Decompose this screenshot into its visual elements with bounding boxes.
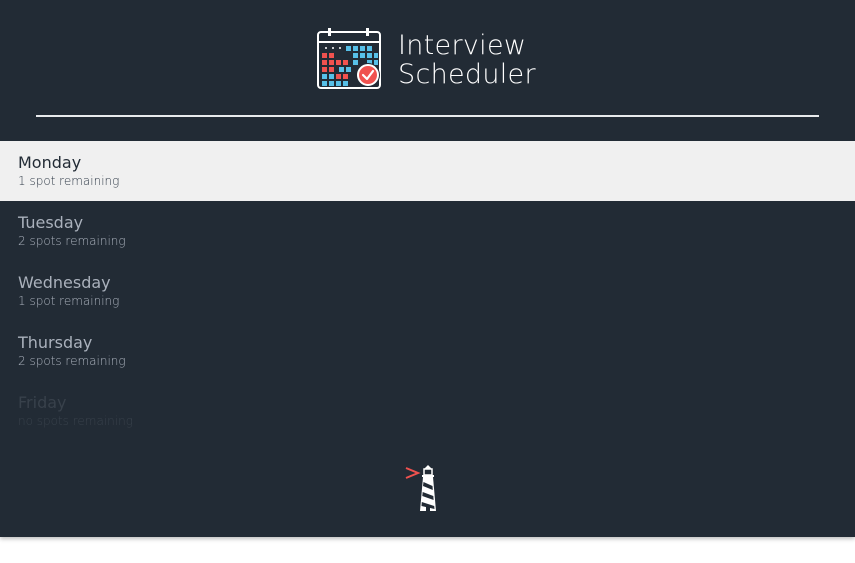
day-item-wednesday[interactable]: Wednesday 1 spot remaining (0, 261, 855, 321)
day-spots-remaining: 1 spot remaining (18, 294, 120, 308)
day-spots-remaining: no spots remaining (18, 414, 133, 428)
header-divider (36, 115, 819, 117)
day-name: Wednesday (18, 273, 111, 292)
calendar-check-icon (317, 28, 381, 89)
app-title-line2: Scheduler (398, 59, 536, 90)
day-item-tuesday[interactable]: Tuesday 2 spots remaining (0, 201, 855, 261)
day-spots-remaining: 1 spot remaining (18, 174, 120, 188)
header: Interview Scheduler (0, 0, 855, 141)
day-name: Friday (18, 393, 67, 412)
day-name: Monday (18, 153, 82, 172)
app-title: Interview Scheduler (398, 31, 536, 89)
day-name: Thursday (18, 333, 93, 352)
app-logo: Interview Scheduler (316, 28, 536, 92)
lighthouse-icon (405, 465, 436, 511)
day-spots-remaining: 2 spots remaining (18, 234, 126, 248)
day-item-monday[interactable]: Monday 1 spot remaining (0, 141, 855, 201)
app-title-line1: Interview (398, 30, 527, 61)
day-list: Monday 1 spot remaining Tuesday 2 spots … (0, 141, 855, 441)
day-item-friday[interactable]: Friday no spots remaining (0, 381, 855, 441)
day-spots-remaining: 2 spots remaining (18, 354, 126, 368)
day-item-thursday[interactable]: Thursday 2 spots remaining (0, 321, 855, 381)
day-name: Tuesday (18, 213, 84, 232)
app-container: Interview Scheduler Monday 1 spot remain… (0, 0, 855, 537)
